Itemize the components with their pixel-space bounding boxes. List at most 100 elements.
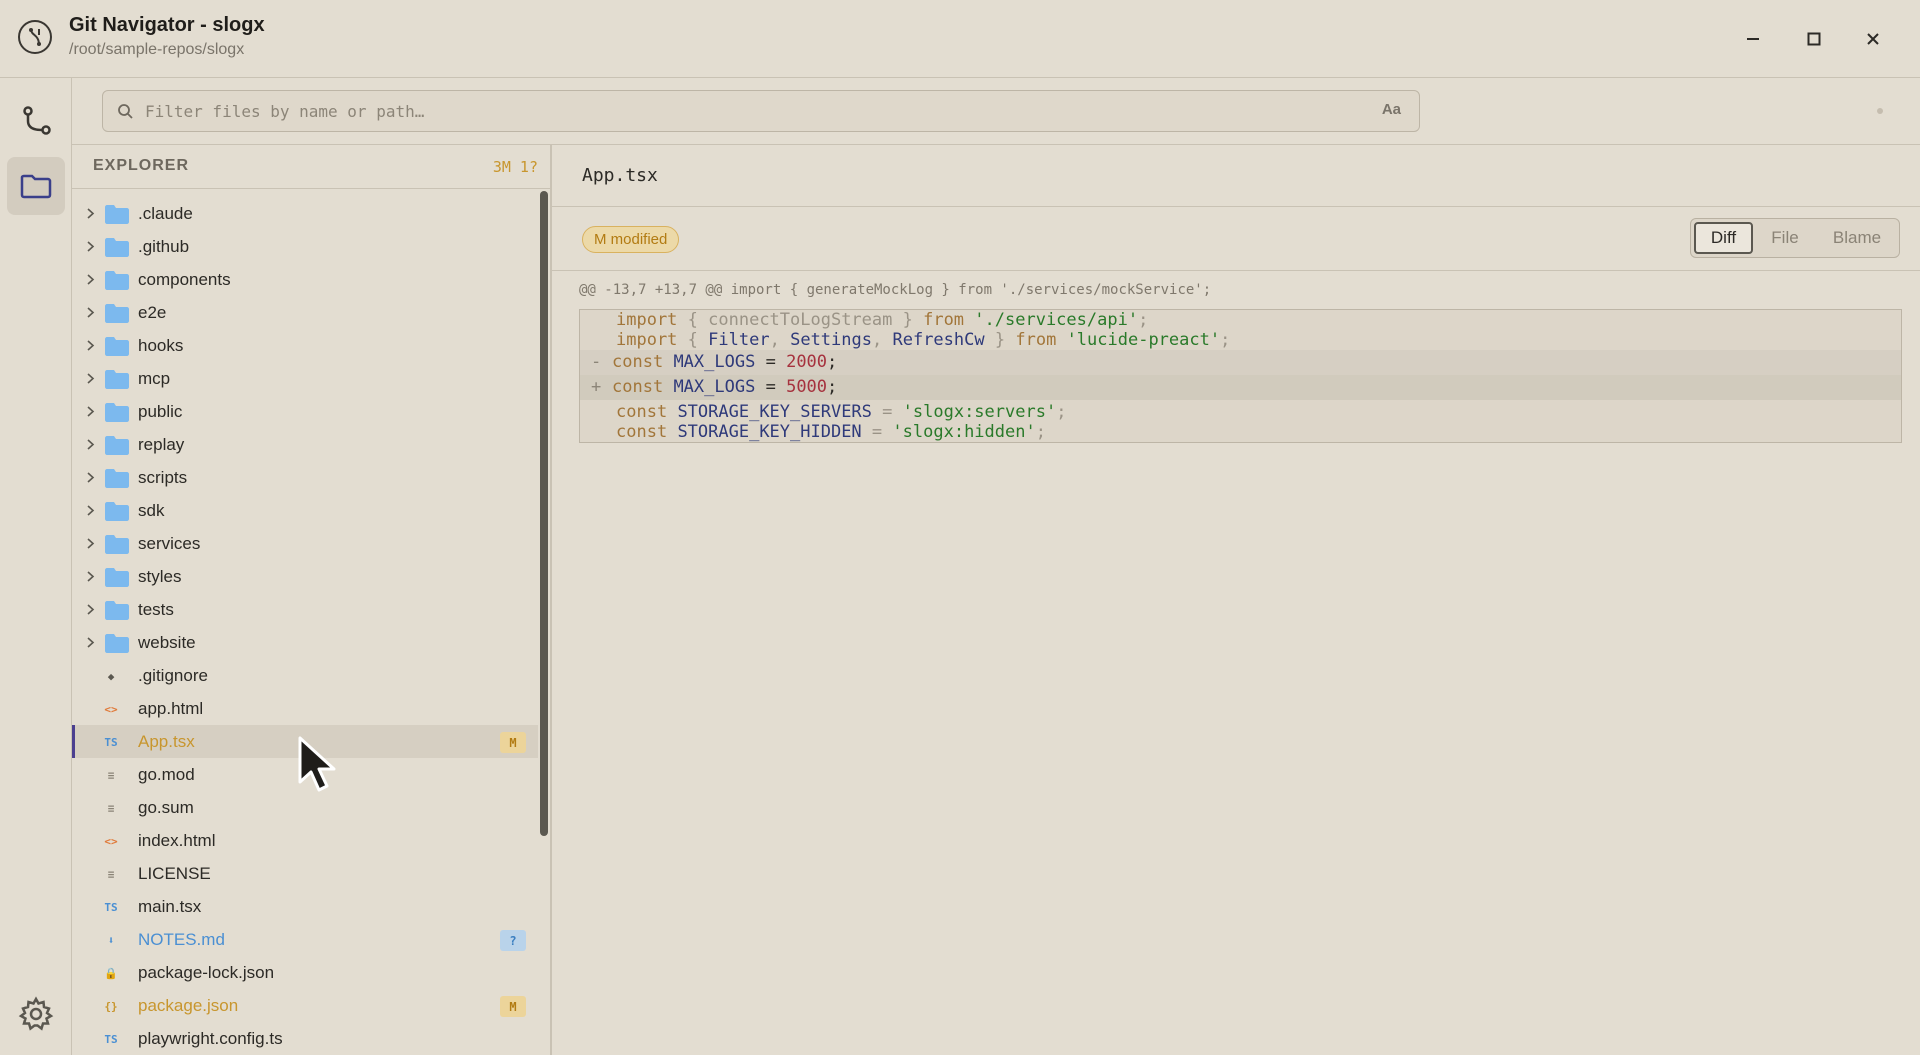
tree-item-label: .gitignore [138,666,208,685]
tree-folder[interactable]: e2e [72,296,538,329]
tree-item-label: index.html [138,831,216,850]
tree-file[interactable]: ≡ LICENSE [72,857,538,890]
tree-folder[interactable]: components [72,263,538,296]
file-name: App.tsx [582,165,658,186]
tree-item-label: .claude [138,204,193,223]
tree-file[interactable]: TS playwright.config.ts [72,1022,538,1055]
tab-diff[interactable]: Diff [1694,222,1753,254]
tree-file[interactable]: ≡ go.sum [72,791,538,824]
diff-hunk-header: @@ -13,7 +13,7 @@ import { generateMockL… [579,282,1212,298]
text-file-icon: ≡ [107,867,115,881]
diff-line-context: import { connectToLogStream } from './se… [616,310,1149,330]
git-branch-button[interactable] [7,91,65,149]
tree-folder[interactable]: services [72,527,538,560]
folder-icon [105,370,129,389]
explorer-scrollbar[interactable] [540,191,548,836]
chevron-right-icon[interactable] [84,471,97,484]
tree-item-label: tests [138,600,174,619]
typescript-icon: TS [104,1032,118,1046]
diff-view: import { connectToLogStream } from './se… [579,309,1902,443]
explorer-panel: EXPLORER 3M 1? .claude .github components e… [72,145,552,1055]
settings-button[interactable] [7,985,65,1043]
tree-file[interactable]: TS App.tsx M [72,725,538,758]
more-options-button[interactable] [1877,108,1883,114]
tree-folder[interactable]: .github [72,230,538,263]
tree-file[interactable]: <> app.html [72,692,538,725]
tree-folder[interactable]: hooks [72,329,538,362]
tree-item-label: public [138,402,183,421]
chevron-right-icon[interactable] [84,504,97,517]
folder-icon [105,238,129,257]
folder-icon [105,436,129,455]
tree-item-label: components [138,270,231,289]
git-icon: ◆ [107,669,115,683]
tree-item-label: package-lock.json [138,963,275,982]
close-button[interactable] [1856,22,1890,56]
tree-folder[interactable]: .claude [72,197,538,230]
tree-folder[interactable]: public [72,395,538,428]
tree-item-label: .github [138,237,190,256]
html-icon: <> [104,834,118,848]
explorer-button[interactable] [7,157,65,215]
chevron-right-icon[interactable] [84,537,97,550]
chevron-right-icon[interactable] [84,339,97,352]
repo-path: /root/sample-repos/slogx [69,41,245,58]
minimize-button[interactable] [1736,22,1770,56]
chevron-right-icon[interactable] [84,207,97,220]
text-file-icon: ≡ [107,801,115,815]
folder-icon [105,205,129,224]
chevron-right-icon[interactable] [84,438,97,451]
chevron-right-icon[interactable] [84,405,97,418]
diff-line-context: import { Filter, Settings, RefreshCw } f… [616,330,1231,350]
tree-item-label: NOTES.md [138,930,225,949]
tree-item-label: main.tsx [138,897,202,916]
tree-item-label: mcp [138,369,171,388]
case-sensitive-toggle[interactable]: Aa [1382,101,1401,118]
file-status-row: M modified Diff File Blame [552,207,1920,271]
explorer-header: EXPLORER 3M 1? [72,145,550,189]
tree-folder[interactable]: styles [72,560,538,593]
tree-file[interactable]: {} package.json M [72,989,538,1022]
tree-item-label: App.tsx [138,732,195,751]
tree-item-label: replay [138,435,185,454]
chevron-right-icon[interactable] [84,240,97,253]
tree-folder[interactable]: mcp [72,362,538,395]
tree-file[interactable]: 🔒 package-lock.json [72,956,538,989]
folder-icon [105,469,129,488]
chevron-right-icon[interactable] [84,273,97,286]
maximize-icon [1807,32,1821,46]
folder-icon [105,568,129,587]
tree-item-label: hooks [138,336,184,355]
tree-folder[interactable]: tests [72,593,538,626]
git-branch-icon [23,106,51,135]
tree-file[interactable]: ⬇ NOTES.md? [72,923,538,956]
view-mode-switcher: Diff File Blame [1690,218,1900,258]
diff-line-context: const STORAGE_KEY_SERVERS = 'slogx:serve… [616,402,1067,422]
tree-file[interactable]: ≡ go.mod [72,758,538,791]
chevron-right-icon[interactable] [84,306,97,319]
diff-line-context: const STORAGE_KEY_HIDDEN = 'slogx:hidden… [616,422,1046,442]
tree-file[interactable]: ◆ .gitignore [72,659,538,692]
folder-icon [105,337,129,356]
title-bar: Git Navigator - slogx /root/sample-repos… [0,0,1920,78]
maximize-button[interactable] [1797,22,1831,56]
tree-item-label: sdk [138,501,165,520]
close-icon [1867,33,1879,45]
tree-file[interactable]: <> index.html [72,824,538,857]
search-input[interactable] [145,91,1345,131]
tab-file[interactable]: File [1753,222,1817,254]
folder-icon [20,174,52,199]
tree-folder[interactable]: sdk [72,494,538,527]
tree-item-label: go.sum [138,798,194,817]
tree-file[interactable]: TS main.tsx [72,890,538,923]
chevron-right-icon[interactable] [84,636,97,649]
tab-blame[interactable]: Blame [1817,222,1897,254]
git-status-badge: M [500,996,526,1017]
tree-folder[interactable]: replay [72,428,538,461]
chevron-right-icon[interactable] [84,603,97,616]
tree-folder[interactable]: scripts [72,461,538,494]
chevron-right-icon[interactable] [84,372,97,385]
typescript-icon: TS [104,735,118,749]
tree-folder[interactable]: website [72,626,538,659]
chevron-right-icon[interactable] [84,570,97,583]
